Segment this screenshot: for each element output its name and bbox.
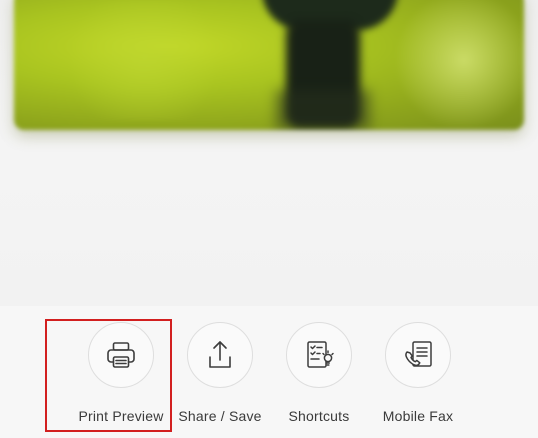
print-preview-icon-circle[interactable] (88, 322, 154, 388)
shortcuts-icon-circle[interactable] (286, 322, 352, 388)
bottom-action-toolbar: Print Preview Share / Save Shortcuts Mob… (0, 306, 538, 438)
share-save-button[interactable]: Share / Save (170, 306, 270, 438)
mobile-fax-icon-circle[interactable] (385, 322, 451, 388)
print-preview-button[interactable]: Print Preview (71, 306, 171, 438)
photo-preview-image (14, 0, 524, 130)
fax-phone-icon (405, 341, 432, 367)
printer-icon (107, 342, 135, 368)
photo-person-shadow (276, 90, 370, 130)
shortcuts-button[interactable]: Shortcuts (269, 306, 369, 438)
mobile-fax-button[interactable]: Mobile Fax (368, 306, 468, 438)
photo-light-highlight (394, 0, 524, 130)
photo-foliage-highlight (54, 0, 234, 120)
mobile-fax-label: Mobile Fax (382, 408, 454, 424)
document-preview-area (0, 0, 538, 306)
share-save-icon-circle[interactable] (187, 322, 253, 388)
shortcuts-checklist-icon (307, 341, 334, 368)
share-upload-icon (209, 341, 231, 368)
